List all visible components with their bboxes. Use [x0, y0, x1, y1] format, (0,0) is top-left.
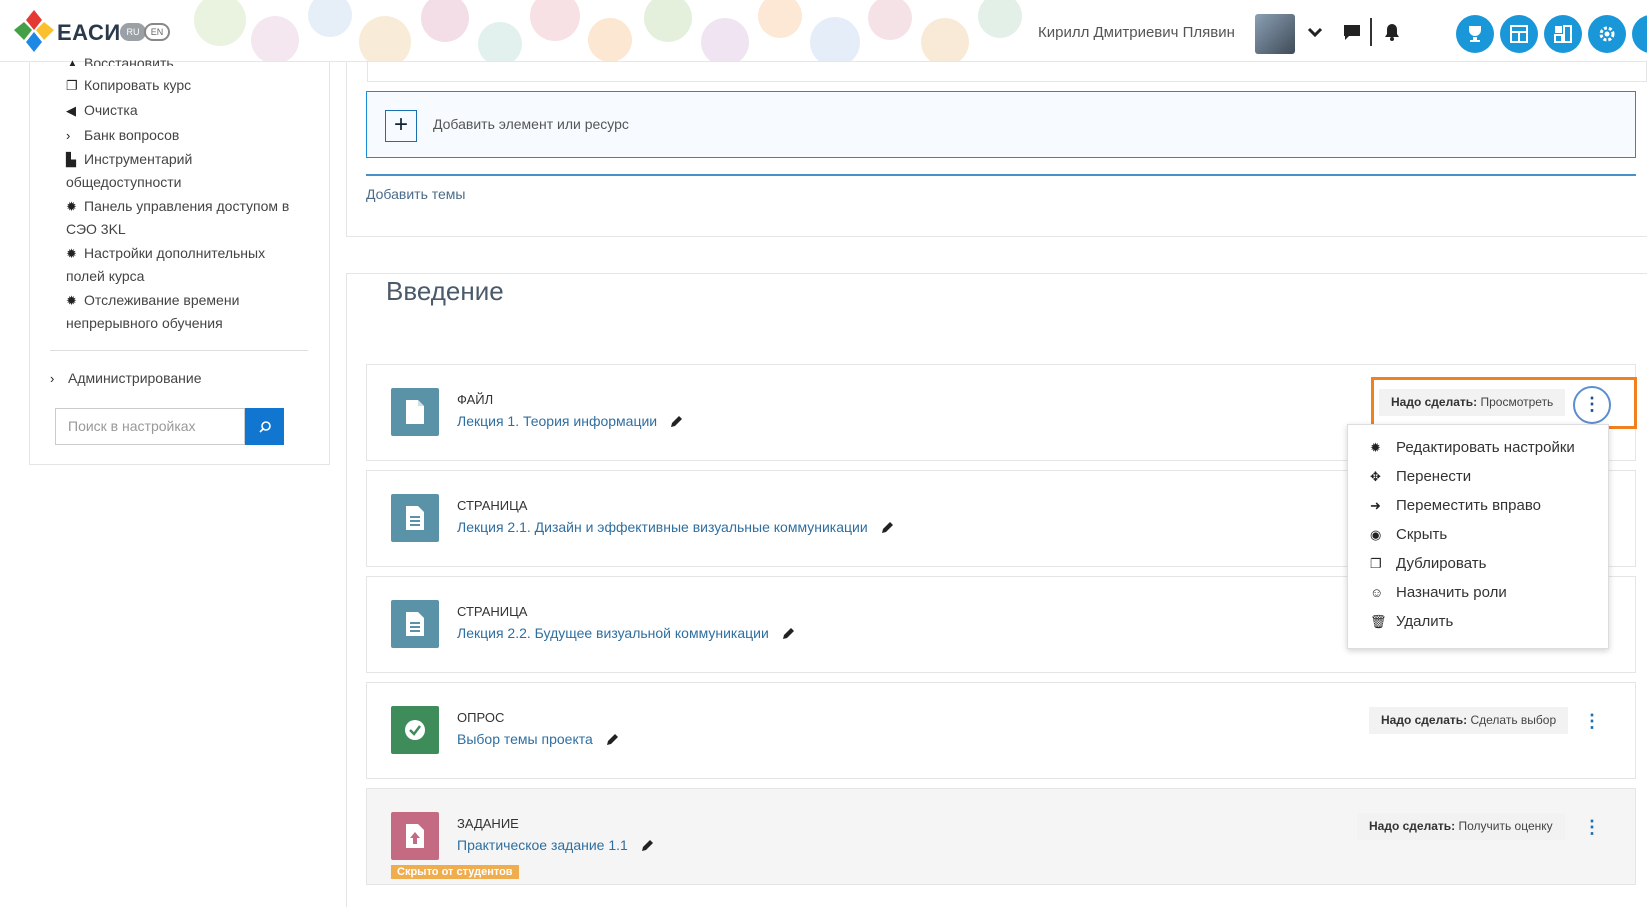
- sidebar-divider: [50, 350, 308, 351]
- brand-name: ЕАСИ: [57, 20, 121, 45]
- sidebar-item-administration[interactable]: › Администрирование: [50, 367, 290, 390]
- activity-actions-dropdown: ✹ Редактировать настройки ✥ Перенести ➜ Пер…: [1347, 424, 1609, 649]
- sidebar-item-copy-course[interactable]: ❐ Копировать курс: [66, 74, 306, 97]
- sidebar-item-time-tracking[interactable]: ✹ Отслеживание времени непрерывного обуче…: [66, 289, 306, 334]
- settings-search-button[interactable]: [245, 408, 284, 445]
- todo-badge: Надо сделать: Просмотреть: [1379, 389, 1566, 416]
- dashboard-button[interactable]: [1500, 15, 1538, 53]
- assignment-activity-icon: [391, 812, 439, 860]
- layout-icon: [1554, 25, 1572, 43]
- gear-icon: ✹: [66, 293, 77, 308]
- trophy-button[interactable]: [1456, 15, 1494, 53]
- settings-button[interactable]: [1588, 15, 1626, 53]
- gear-icon: ✹: [66, 199, 77, 214]
- activity-type: ОПРОС: [457, 710, 505, 725]
- sidebar-item-reset[interactable]: ◀ Очистка: [66, 99, 306, 122]
- add-topics-link[interactable]: Добавить темы: [366, 186, 466, 202]
- layout-button[interactable]: [1544, 15, 1582, 53]
- restore-icon: ▲: [66, 56, 79, 66]
- activity-link[interactable]: Лекция 2.1. Дизайн и эффективные визуаль…: [457, 519, 894, 535]
- chart-icon: ▙: [66, 152, 76, 167]
- todo-badge: Надо сделать: Получить оценку: [1357, 813, 1565, 840]
- file-activity-icon: [391, 388, 439, 436]
- activity-link[interactable]: Выбор темы проекта: [457, 731, 619, 747]
- grid-icon: [1510, 25, 1528, 43]
- activity-row-choice: ОПРОС Выбор темы проекта Надо сделать: С…: [366, 682, 1636, 779]
- sidebar-item-extra-fields[interactable]: ✹ Настройки дополнительных полей курса: [66, 242, 306, 287]
- easi-logo-icon[interactable]: [12, 8, 57, 54]
- activity-type: ЗАДАНИЕ: [457, 816, 519, 831]
- chevron-right-icon: ›: [66, 128, 71, 143]
- activity-actions-menu-button[interactable]: ⋮: [1582, 816, 1602, 838]
- navbar-separator: [1370, 18, 1372, 46]
- messages-icon[interactable]: [1342, 22, 1362, 42]
- chevron-right-icon: ›: [50, 371, 55, 386]
- pencil-icon[interactable]: [605, 733, 619, 747]
- lang-ru-toggle[interactable]: RU: [120, 23, 146, 41]
- move-icon: ✥: [1370, 469, 1381, 484]
- add-element-label: Добавить элемент или ресурс: [433, 116, 629, 132]
- pencil-icon[interactable]: [669, 415, 683, 429]
- extra-button[interactable]: [1632, 15, 1647, 53]
- gear-icon: ✹: [66, 246, 77, 261]
- bell-icon[interactable]: [1382, 22, 1402, 42]
- menu-item-assign-roles[interactable]: ☺ Назначить роли: [1370, 580, 1605, 606]
- chevron-down-icon[interactable]: [1305, 22, 1325, 42]
- activity-type: ФАЙЛ: [457, 392, 494, 407]
- sidebar-item-accessibility[interactable]: ▙ Инструментарий общедоступности: [66, 148, 306, 193]
- sidebar-item-question-bank[interactable]: › Банк вопросов: [66, 124, 306, 147]
- user-icon: ☺: [1370, 585, 1384, 600]
- user-name[interactable]: Кирилл Дмитриевич Плявин: [1038, 24, 1235, 41]
- activity-link[interactable]: Практическое задание 1.1: [457, 837, 654, 853]
- avatar[interactable]: [1255, 14, 1295, 54]
- activity-link[interactable]: Лекция 2.2. Будущее визуальной коммуника…: [457, 625, 795, 641]
- activity-row-assignment: ЗАДАНИЕ Практическое задание 1.1 Скрыто …: [366, 788, 1636, 885]
- page-activity-icon: [391, 494, 439, 542]
- gear-icon: [1599, 26, 1615, 42]
- lang-en-toggle[interactable]: EN: [144, 23, 170, 41]
- eye-icon: ◉: [1370, 527, 1382, 542]
- menu-item-move[interactable]: ✥ Перенести: [1370, 464, 1605, 490]
- copy-icon: ❐: [66, 78, 78, 93]
- trophy-icon: [1469, 26, 1481, 42]
- section-title: Введение: [386, 276, 504, 306]
- pencil-icon[interactable]: [781, 627, 795, 641]
- copy-icon: ❐: [1370, 556, 1382, 571]
- arrow-left-icon: ◀: [66, 103, 76, 118]
- menu-item-hide[interactable]: ◉ Скрыть: [1370, 522, 1605, 548]
- menu-item-edit-settings[interactable]: ✹ Редактировать настройки: [1370, 435, 1605, 461]
- sidebar-item-restore[interactable]: ▲ Восстановить: [66, 52, 306, 66]
- choice-activity-icon: [391, 706, 439, 754]
- gear-icon: ✹: [1370, 440, 1381, 455]
- decorative-dots-background: [194, 0, 1022, 61]
- settings-search-input[interactable]: Поиск в настройках: [55, 408, 245, 445]
- page-activity-icon: [391, 600, 439, 648]
- arrow-right-icon: ➜: [1370, 498, 1381, 513]
- trash-icon: 🗑: [1370, 614, 1387, 629]
- menu-item-duplicate[interactable]: ❐ Дублировать: [1370, 551, 1605, 577]
- search-icon: [258, 420, 271, 433]
- activity-link[interactable]: Лекция 1. Теория информации: [457, 413, 683, 429]
- pencil-icon[interactable]: [640, 839, 654, 853]
- add-element-button[interactable]: + Добавить элемент или ресурс: [366, 91, 1636, 158]
- menu-item-delete[interactable]: 🗑 Удалить: [1370, 609, 1605, 635]
- activity-type: СТРАНИЦА: [457, 498, 528, 513]
- hidden-from-students-badge: Скрыто от студентов: [391, 865, 519, 879]
- todo-badge: Надо сделать: Сделать выбор: [1369, 707, 1569, 734]
- previous-section-strip: [367, 62, 1647, 82]
- menu-item-move-right[interactable]: ➜ Переместить вправо: [1370, 493, 1605, 519]
- activity-actions-menu-button[interactable]: ⋮: [1582, 710, 1602, 732]
- sidebar-item-access-panel[interactable]: ✹ Панель управления доступом в СЭО 3KL: [66, 195, 306, 240]
- pencil-icon[interactable]: [880, 521, 894, 535]
- plus-icon: +: [385, 110, 417, 142]
- activity-actions-menu-button-active[interactable]: ⋮: [1573, 386, 1611, 424]
- activity-type: СТРАНИЦА: [457, 604, 528, 619]
- section-divider-line: [366, 174, 1636, 176]
